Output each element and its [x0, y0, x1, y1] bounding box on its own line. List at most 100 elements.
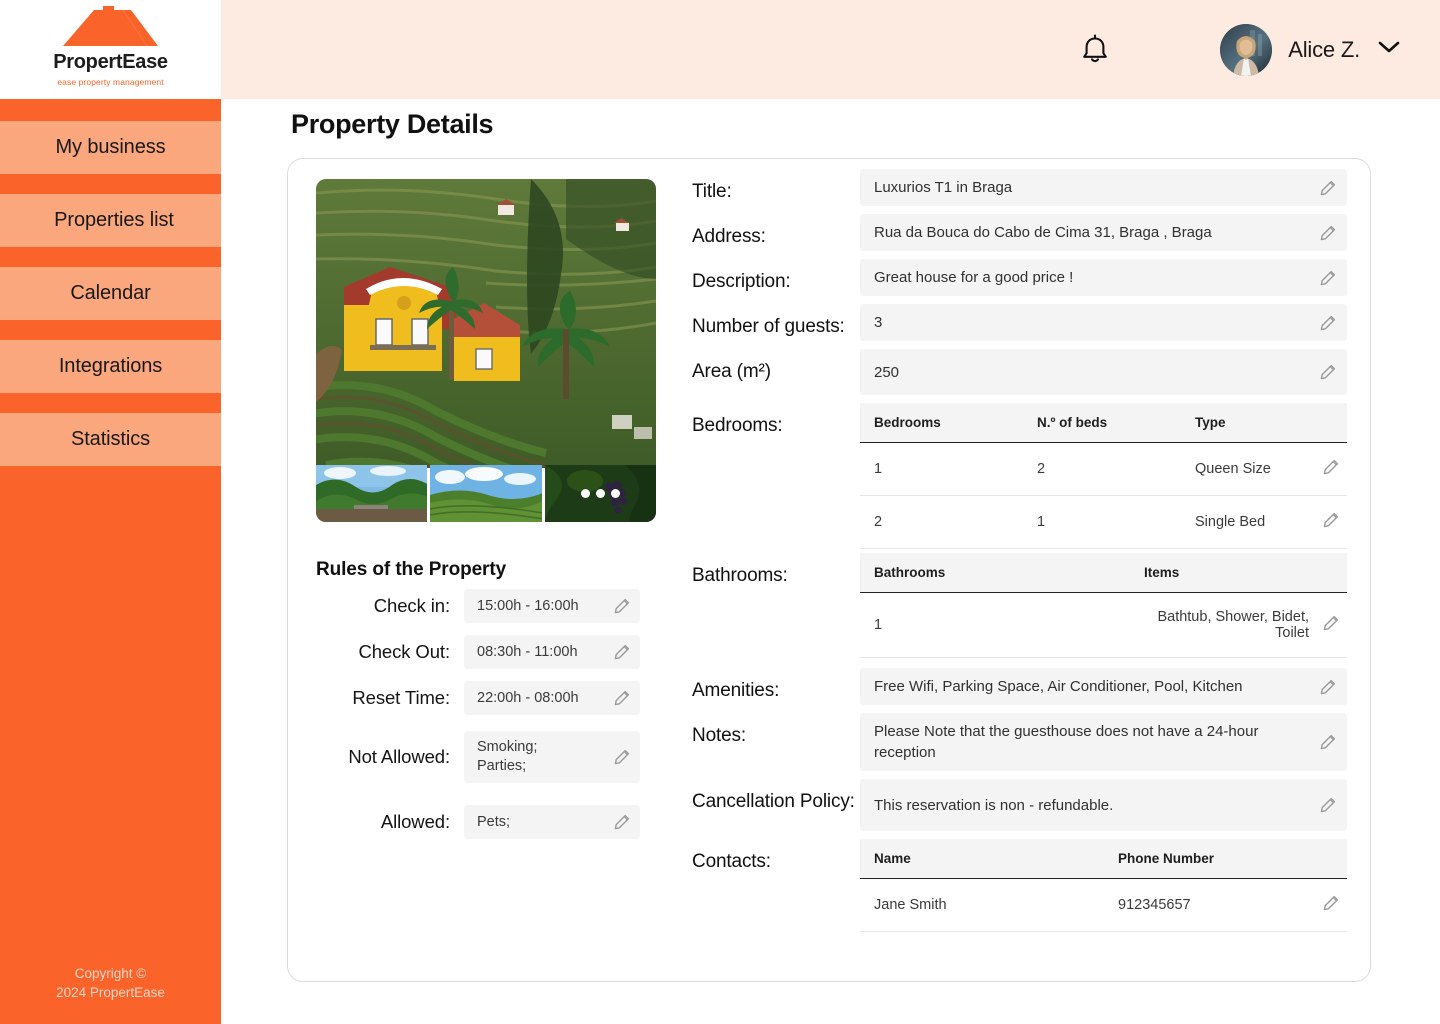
check-out-field[interactable]: 08:30h - 11:00h [464, 635, 640, 669]
user-name: Alice Z. [1288, 36, 1360, 62]
table-row[interactable]: Jane Smith 912345657 [860, 878, 1347, 932]
column-header-bathrooms: Bathrooms [860, 553, 1130, 593]
page-title: Property Details [291, 109, 494, 139]
guests-value: 3 [874, 314, 883, 331]
table-row[interactable]: 1 Bathtub, Shower, Bidet, Toilet [860, 592, 1347, 658]
rule-label: Check Out: [358, 641, 450, 662]
cancellation-policy-value: This reservation is non - refundable. [874, 796, 1114, 814]
row-edit-cell[interactable] [1313, 442, 1347, 496]
sidebar-item-properties-list[interactable]: Properties list [0, 194, 228, 247]
notes-input[interactable]: Please Note that the guesthouse does not… [860, 713, 1347, 771]
notifications-button[interactable] [1080, 34, 1110, 66]
sidebar-item-integrations[interactable]: Integrations [0, 340, 221, 393]
column-header-phone: Phone Number [1104, 839, 1347, 879]
pencil-edit-icon[interactable] [1320, 679, 1336, 695]
check-in-field[interactable]: 15:00h - 16:00h [464, 589, 640, 623]
not-allowed-field[interactable]: Smoking; Parties; [464, 731, 640, 783]
field-contacts: Contacts: Name Phone Number Jane Smith 9… [692, 839, 1347, 932]
row-edit-cell[interactable] [1313, 878, 1347, 932]
title-input[interactable]: Luxurios T1 in Braga [860, 169, 1347, 206]
cell-bedroom-number: 2 [860, 495, 1023, 549]
bathrooms-table: Bathrooms Items 1 Bathtub, Shower, Bidet… [860, 553, 1347, 658]
rule-allowed: Allowed: Pets; [316, 805, 666, 839]
pencil-edit-icon[interactable] [614, 644, 630, 660]
area-value: 250 [874, 363, 900, 381]
field-label: Number of guests: [692, 316, 845, 337]
row-edit-cell[interactable] [1313, 592, 1347, 658]
reset-time-field[interactable]: 22:00h - 08:00h [464, 681, 640, 715]
guests-input[interactable]: 3 [860, 304, 1347, 341]
amenities-input[interactable]: Free Wifi, Parking Space, Air Conditione… [860, 668, 1347, 705]
field-label: Amenities: [692, 680, 780, 701]
field-label: Cancellation Policy: [692, 791, 855, 812]
cancellation-policy-input[interactable]: This reservation is non - refundable. [860, 779, 1347, 831]
field-bedrooms: Bedrooms: Bedrooms N.º of beds Type 1 2 … [692, 403, 1347, 549]
more-images-dots[interactable] [545, 465, 656, 522]
allowed-field[interactable]: Pets; [464, 805, 640, 839]
gallery-thumbnails [316, 465, 656, 522]
pencil-edit-icon[interactable] [1320, 315, 1336, 331]
pencil-edit-icon[interactable] [1320, 797, 1336, 813]
pencil-edit-icon[interactable] [1320, 225, 1336, 241]
gallery-thumbnail-1[interactable] [316, 465, 428, 522]
sidebar-item-label: Properties list [54, 209, 174, 231]
field-label: Bathrooms: [692, 565, 788, 586]
pencil-edit-icon[interactable] [614, 598, 630, 614]
contacts-table-wrap: Name Phone Number Jane Smith 912345657 [860, 839, 1347, 932]
rule-not-allowed: Not Allowed: Smoking; Parties; [316, 731, 666, 783]
field-address: Address: Rua da Bouca do Cabo de Cima 31… [692, 214, 1347, 251]
area-input[interactable]: 250 [860, 349, 1347, 395]
pencil-edit-icon[interactable] [1323, 615, 1339, 631]
app-root: PropertEase ease property management My … [0, 0, 1440, 1024]
cell-bathroom-number: 1 [860, 592, 1130, 658]
pencil-edit-icon[interactable] [1320, 180, 1336, 196]
property-main-image[interactable] [316, 179, 656, 468]
bedrooms-table: Bedrooms N.º of beds Type 1 2 Queen Size [860, 403, 1347, 549]
field-label: Notes: [692, 725, 747, 746]
copyright-line-2: 2024 PropertEase [56, 985, 165, 1000]
chevron-down-icon[interactable] [1378, 40, 1400, 59]
sidebar-item-calendar[interactable]: Calendar [0, 267, 221, 320]
table-row[interactable]: 2 1 Single Bed [860, 495, 1347, 549]
table-header-row: Bedrooms N.º of beds Type [860, 403, 1347, 443]
sidebar-item-my-business[interactable]: My business [0, 121, 221, 174]
sidebar-footer: Copyright © 2024 PropertEase [0, 964, 221, 1024]
pencil-edit-icon[interactable] [1320, 734, 1336, 750]
field-label: Description: [692, 271, 791, 292]
description-input[interactable]: Great house for a good price ! [860, 259, 1347, 296]
contacts-table: Name Phone Number Jane Smith 912345657 [860, 839, 1347, 932]
pencil-edit-icon[interactable] [614, 690, 630, 706]
address-input[interactable]: Rua da Bouca do Cabo de Cima 31, Braga ,… [860, 214, 1347, 251]
rules-heading: Rules of the Property [316, 559, 507, 580]
pencil-edit-icon[interactable] [614, 749, 630, 765]
rule-label: Allowed: [380, 811, 450, 832]
avatar[interactable] [1220, 23, 1273, 76]
nav-divider [0, 393, 221, 413]
pencil-edit-icon[interactable] [1323, 459, 1339, 475]
pencil-edit-icon[interactable] [1323, 512, 1339, 528]
sidebar-item-label: Statistics [70, 428, 151, 450]
gallery-thumbnail-2[interactable] [430, 465, 542, 522]
brand-logo[interactable]: PropertEase ease property management [0, 0, 221, 99]
field-label: Address: [692, 226, 766, 247]
pencil-edit-icon[interactable] [1320, 270, 1336, 286]
field-notes: Notes: Please Note that the guesthouse d… [692, 713, 1347, 771]
sidebar-nav: My business Properties list Calendar Int… [0, 99, 228, 466]
field-label: Title: [692, 181, 732, 202]
sidebar-item-statistics[interactable]: Statistics [0, 413, 221, 466]
gallery-thumbnail-more[interactable] [544, 465, 656, 522]
pencil-edit-icon[interactable] [1323, 895, 1339, 911]
table-row[interactable]: 1 2 Queen Size [860, 442, 1347, 496]
pencil-edit-icon[interactable] [614, 814, 630, 830]
pencil-edit-icon[interactable] [1320, 364, 1336, 380]
user-menu[interactable]: Alice Z. [1220, 23, 1400, 76]
cell-bathroom-items: Bathtub, Shower, Bidet, Toilet [1130, 592, 1313, 658]
sidebar: PropertEase ease property management My … [0, 0, 228, 1024]
row-edit-cell[interactable] [1313, 495, 1347, 549]
bedrooms-table-wrap: Bedrooms N.º of beds Type 1 2 Queen Size [860, 403, 1347, 549]
allowed-value: Pets; [477, 813, 511, 830]
column-header-items: Items [1130, 553, 1347, 593]
field-guests: Number of guests: 3 [692, 304, 1347, 341]
bell-icon [1083, 34, 1108, 62]
field-bathrooms: Bathrooms: Bathrooms Items 1 Bathtub, Sh… [692, 553, 1347, 658]
